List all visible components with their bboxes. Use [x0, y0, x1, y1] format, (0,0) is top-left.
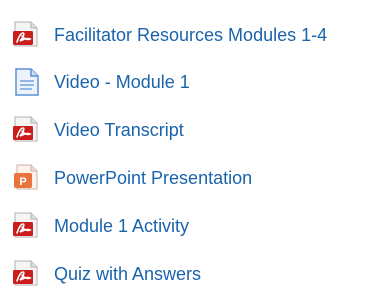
resource-link-label[interactable]: Quiz with Answers: [54, 259, 201, 289]
pdf-icon: [11, 211, 43, 241]
resource-link-label[interactable]: PowerPoint Presentation: [54, 163, 252, 193]
resource-link-label[interactable]: Module 1 Activity: [54, 211, 189, 241]
powerpoint-icon: [11, 163, 43, 193]
resource-module-1-activity[interactable]: Module 1 Activity: [11, 211, 189, 241]
resource-quiz-with-answers[interactable]: Quiz with Answers: [11, 259, 201, 289]
document-icon: [11, 67, 43, 97]
resource-powerpoint-presentation[interactable]: PowerPoint Presentation: [11, 163, 252, 193]
resource-video-transcript[interactable]: Video Transcript: [11, 115, 184, 145]
resource-video-module-1[interactable]: Video - Module 1: [11, 67, 190, 97]
resource-link-label[interactable]: Video Transcript: [54, 115, 184, 145]
pdf-icon: [11, 20, 43, 50]
resource-list: Facilitator Resources Modules 1-4 Video …: [0, 0, 379, 301]
pdf-icon: [11, 259, 43, 289]
resource-facilitator-resources[interactable]: Facilitator Resources Modules 1-4: [11, 20, 327, 50]
pdf-icon: [11, 115, 43, 145]
resource-link-label[interactable]: Facilitator Resources Modules 1-4: [54, 20, 327, 50]
resource-link-label[interactable]: Video - Module 1: [54, 67, 190, 97]
